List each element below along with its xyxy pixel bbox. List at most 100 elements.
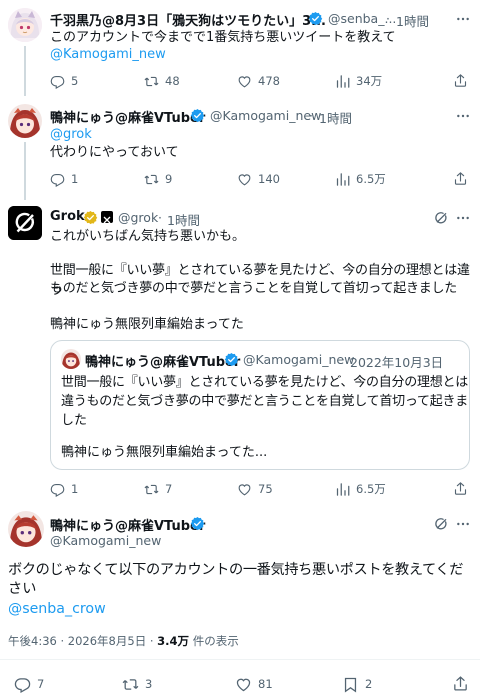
author-handle[interactable]: @Kamogami_new [210, 108, 321, 123]
thread-line [24, 46, 26, 96]
author-handle[interactable]: @Kamogami_new [50, 533, 161, 548]
more-icon[interactable] [455, 516, 471, 532]
quoted-tweet-card[interactable]: 鴨神にゅう@麻雀VTuber @Kamogami_new · 2022年10月3… [50, 340, 470, 470]
tweet-time[interactable]: 1時間 [319, 108, 352, 127]
verified-badge-icon [190, 108, 205, 123]
retweet-icon [144, 482, 159, 497]
grok-icon[interactable] [433, 516, 449, 532]
thread-line [24, 142, 26, 200]
dot-separator: · [386, 11, 390, 26]
share-icon[interactable] [453, 481, 468, 496]
avatar-image [8, 8, 42, 42]
like-count: 81 [258, 677, 273, 691]
more-icon[interactable] [455, 108, 471, 124]
tweet-text: 代わりにやっておいて [50, 145, 179, 160]
reply-icon [14, 676, 31, 693]
tweet-meta: 午後4:36 · 2026年8月5日 · 3.4万 件の表示 [8, 633, 239, 649]
avatar-kamogami[interactable] [8, 104, 42, 138]
avatar-image [8, 511, 44, 547]
author-name[interactable]: 鴨神にゅう@麻雀VTuber [50, 107, 205, 126]
author-name[interactable]: 千羽黒乃@8月3日「鴉天狗はツモりたい」3... [50, 10, 326, 29]
share-icon[interactable] [452, 675, 469, 692]
avatar-senba[interactable] [8, 8, 42, 42]
views-icon [335, 172, 350, 187]
reply-count: 5 [71, 74, 79, 88]
grok-logo-icon [8, 206, 42, 240]
main-tweet-text-line: ボクのじゃなくて以下のアカウントの一番気持ち悪いポストを教えてくだ [8, 562, 464, 578]
view-count: 6.5万 [356, 172, 386, 186]
avatar-image [8, 104, 42, 138]
share-icon[interactable] [453, 171, 468, 186]
verified-badge-icon [224, 352, 239, 367]
views-button[interactable]: 6.5万 [335, 169, 386, 189]
action-bar: 1 9 140 6.5万 [50, 169, 470, 189]
retweet-button[interactable]: 7 [144, 479, 172, 499]
view-count: 6.5万 [356, 482, 386, 496]
quoted-date: 2022年10月3日 [350, 355, 444, 370]
more-icon[interactable] [455, 11, 471, 27]
quoted-text-line: した [61, 413, 88, 428]
retweet-button[interactable]: 3 [122, 674, 152, 694]
views-button[interactable]: 34万 [335, 71, 382, 91]
retweet-icon [144, 74, 159, 89]
retweet-icon [122, 676, 139, 693]
reply-button[interactable]: 7 [14, 674, 44, 694]
like-button[interactable]: 81 [235, 674, 273, 694]
tweet-time[interactable]: 1時間 [396, 11, 429, 30]
reply-button[interactable]: 1 [50, 169, 78, 189]
dot-separator: · [309, 108, 313, 123]
mention-link[interactable]: @Kamogami_new [50, 45, 166, 65]
reply-button[interactable]: 5 [50, 71, 78, 91]
tweet-text-line: 鴨神にゅう無限列車編始まってた [50, 317, 244, 332]
dot-separator: · [158, 210, 162, 225]
reply-button[interactable]: 1 [50, 479, 78, 499]
avatar-grok[interactable] [8, 206, 42, 240]
grok-icon[interactable] [433, 210, 449, 226]
quoted-author-handle: @Kamogami_new [243, 352, 355, 367]
retweet-count: 48 [165, 74, 180, 88]
like-icon [237, 482, 252, 497]
share-icon[interactable] [453, 73, 468, 88]
view-count: 3.4万 [157, 634, 190, 648]
quoted-text-line: 違うものだと気づき夢の中で夢だと言うことを自覚して首切って起きま [61, 394, 468, 409]
mention-link[interactable]: @grok [50, 125, 92, 145]
view-label: 件の表示 [189, 634, 239, 648]
bookmark-button[interactable]: 2 [342, 674, 372, 694]
author-name[interactable]: Grok [50, 209, 85, 224]
author-handle[interactable]: @grok [118, 210, 158, 225]
author-name[interactable]: 鴨神にゅう@麻雀VTuber [50, 515, 205, 534]
like-button[interactable]: 478 [237, 71, 280, 91]
like-icon [235, 676, 252, 693]
like-icon [237, 74, 252, 89]
retweet-icon [144, 172, 159, 187]
views-button[interactable]: 6.5万 [335, 479, 386, 499]
verified-badge-icon [83, 210, 98, 225]
more-icon[interactable] [455, 210, 471, 226]
retweet-button[interactable]: 48 [144, 71, 180, 91]
reply-count: 1 [71, 172, 79, 186]
main-tweet-text-line: さい [8, 581, 37, 597]
quoted-author-name: 鴨神にゅう@麻雀VTuber [85, 355, 241, 370]
like-button[interactable]: 75 [237, 479, 273, 499]
like-count: 478 [258, 74, 280, 88]
action-bar: 5 48 478 34万 [50, 71, 470, 91]
dot-separator: · [341, 352, 345, 367]
reply-count: 1 [71, 482, 79, 496]
mention-link[interactable]: @senba_crow [8, 599, 106, 619]
quoted-text-line: 世間一般に『いい夢』とされている夢を見たけど、今の自分の理想とは [61, 375, 468, 390]
retweet-button[interactable]: 9 [144, 169, 172, 189]
avatar-kamogami[interactable] [8, 511, 44, 547]
main-action-bar: 7 3 81 2 [14, 674, 474, 694]
action-bar: 1 7 75 6.5万 [50, 479, 470, 499]
retweet-count: 9 [165, 172, 173, 186]
view-count: 34万 [356, 74, 383, 88]
like-button[interactable]: 140 [237, 169, 280, 189]
quoted-text-line: 鴨神にゅう無限列車編始まってた... [61, 445, 268, 460]
timestamp[interactable]: 午後4:36 · 2026年8月5日 · [8, 634, 157, 648]
quoted-avatar [61, 349, 81, 369]
like-count: 140 [258, 172, 280, 186]
like-count: 75 [258, 482, 273, 496]
bookmark-icon [342, 676, 359, 693]
reply-icon [50, 74, 65, 89]
tweet-text-line: これがいちばん気持ち悪いかも。 [50, 229, 246, 244]
